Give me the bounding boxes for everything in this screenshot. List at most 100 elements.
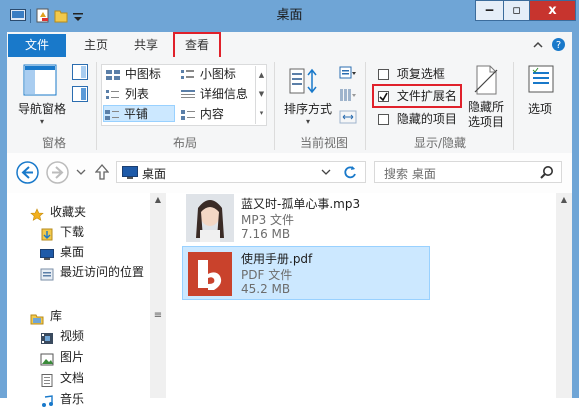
list-view-icon bbox=[105, 89, 121, 101]
address-dropdown-icon[interactable] bbox=[321, 166, 331, 178]
content-view-icon bbox=[180, 109, 196, 121]
file-extensions-checkbox[interactable] bbox=[378, 91, 389, 102]
group-separator bbox=[96, 62, 97, 150]
maximize-button[interactable]: ▫ bbox=[503, 0, 530, 21]
hide-selected-label: 隐藏所 bbox=[467, 100, 504, 114]
nav-item-label: 视频 bbox=[60, 329, 85, 343]
layout-medium-icons[interactable]: 中图标 bbox=[105, 66, 161, 83]
nav-item-label: 图片 bbox=[60, 350, 85, 364]
layout-gallery-scroll[interactable]: ▲ ▼ ▾ bbox=[255, 66, 267, 124]
nav-item-label: 桌面 bbox=[60, 245, 85, 259]
nav-item-music[interactable]: 音乐 bbox=[40, 389, 84, 409]
layout-content[interactable]: 内容 bbox=[180, 106, 224, 123]
panes-group-label: 窗格 bbox=[41, 136, 66, 150]
scroll-grip-icon[interactable]: ≡ bbox=[152, 310, 164, 324]
recent-locations-icon[interactable] bbox=[76, 166, 86, 176]
item-checkboxes-checkbox[interactable] bbox=[378, 69, 389, 80]
refresh-icon[interactable] bbox=[342, 164, 358, 180]
minimize-button[interactable]: ‒ bbox=[475, 0, 504, 21]
options-icon[interactable] bbox=[526, 64, 556, 94]
sort-by-button[interactable]: 排序方式 ▾ bbox=[281, 100, 335, 126]
layout-small-icons[interactable]: 小图标 bbox=[180, 66, 236, 83]
details-pane-icon[interactable] bbox=[72, 86, 88, 102]
layout-item-label: 平铺 bbox=[123, 107, 148, 121]
scroll-up-icon[interactable]: ▲ bbox=[556, 195, 572, 207]
layout-details[interactable]: 详细信息 bbox=[180, 86, 248, 103]
content-scrollbar[interactable] bbox=[556, 193, 572, 398]
explorer-app-icon[interactable] bbox=[10, 8, 26, 22]
maximize-icon: ▫ bbox=[512, 3, 521, 18]
nav-pane-scrollbar[interactable] bbox=[150, 193, 166, 398]
size-columns-icon[interactable] bbox=[339, 110, 357, 124]
star-icon bbox=[30, 207, 44, 221]
video-icon bbox=[40, 331, 54, 344]
sort-by-dropdown-icon: ▾ bbox=[305, 117, 310, 126]
layout-list[interactable]: 列表 bbox=[105, 86, 149, 103]
hide-selected-button[interactable]: 隐藏所 选项目 bbox=[464, 100, 508, 130]
add-columns-icon[interactable] bbox=[339, 88, 357, 102]
hide-selected-icon[interactable] bbox=[472, 64, 500, 96]
sort-by-icon[interactable] bbox=[288, 67, 324, 95]
layout-item-label: 中图标 bbox=[124, 67, 161, 81]
nav-item-desktop[interactable]: 桌面 bbox=[40, 242, 84, 262]
tiles-view-icon bbox=[104, 109, 120, 121]
minimize-ribbon-icon[interactable] bbox=[531, 38, 545, 52]
tab-file[interactable]: 文件 bbox=[8, 34, 66, 57]
layout-item-label: 内容 bbox=[199, 107, 224, 121]
file-name: 使用手册.pdf bbox=[241, 252, 313, 266]
hidden-items-checkbox[interactable] bbox=[378, 114, 389, 125]
details-view-icon bbox=[180, 89, 196, 101]
navigation-pane bbox=[7, 193, 168, 398]
layout-tiles[interactable]: 平铺 bbox=[103, 105, 175, 122]
checkmark-icon bbox=[379, 92, 388, 101]
search-icon[interactable] bbox=[540, 165, 554, 179]
file-type: MP3 文件 bbox=[241, 213, 295, 227]
music-icon bbox=[40, 394, 54, 407]
library-icon bbox=[30, 311, 44, 324]
nav-favorites[interactable]: 收藏夹 bbox=[30, 202, 86, 222]
current-view-group-label: 当前视图 bbox=[299, 136, 348, 150]
show-hide-group-label: 显示/隐藏 bbox=[413, 136, 467, 150]
nav-item-documents[interactable]: 文档 bbox=[40, 368, 84, 388]
back-button[interactable] bbox=[16, 161, 39, 184]
nav-item-recent-places[interactable]: 最近访问的位置 bbox=[40, 262, 144, 282]
forward-arrow-icon bbox=[46, 161, 69, 184]
small-icons-icon bbox=[180, 69, 196, 81]
layout-item-label: 小图标 bbox=[199, 67, 236, 81]
hidden-items-label: 隐藏的项目 bbox=[396, 112, 457, 126]
scroll-down-icon: ▼ bbox=[258, 90, 265, 98]
item-checkboxes-label: 项复选框 bbox=[396, 67, 445, 81]
group-by-icon[interactable] bbox=[339, 66, 357, 80]
navigation-pane-button[interactable]: 导航窗格 ▾ bbox=[14, 100, 70, 126]
properties-icon[interactable] bbox=[36, 8, 50, 23]
options-button[interactable]: 选项 bbox=[518, 100, 562, 117]
file-type: PDF 文件 bbox=[241, 268, 293, 282]
preview-pane-icon[interactable] bbox=[72, 64, 88, 80]
nav-item-pictures[interactable]: 图片 bbox=[40, 347, 84, 367]
tab-home[interactable]: 主页 bbox=[76, 34, 116, 57]
nav-libraries[interactable]: 库 bbox=[30, 306, 62, 326]
search-placeholder: 搜索 桌面 bbox=[384, 167, 436, 181]
options-label: 选项 bbox=[527, 102, 552, 116]
tab-view[interactable]: 查看 bbox=[173, 32, 221, 58]
tab-share[interactable]: 共享 bbox=[124, 34, 168, 57]
recent-places-icon bbox=[40, 267, 54, 280]
nav-item-downloads[interactable]: 下载 bbox=[40, 222, 84, 242]
new-folder-icon[interactable] bbox=[54, 8, 68, 23]
scroll-up-icon[interactable]: ▲ bbox=[150, 195, 166, 207]
navigation-pane-icon[interactable] bbox=[23, 64, 57, 98]
pictures-icon bbox=[40, 352, 54, 365]
address-path[interactable]: 桌面 bbox=[142, 165, 166, 182]
svg-text:?: ? bbox=[556, 40, 561, 51]
hidden-items-toggle[interactable]: 隐藏的项目 bbox=[378, 111, 457, 128]
customize-quick-access-icon[interactable] bbox=[72, 9, 84, 23]
up-icon[interactable] bbox=[94, 163, 110, 181]
file-extensions-toggle[interactable]: 文件扩展名 bbox=[378, 88, 457, 105]
item-checkboxes-toggle[interactable]: 项复选框 bbox=[378, 66, 445, 83]
nav-item-videos[interactable]: 视频 bbox=[40, 326, 84, 346]
file-extensions-label: 文件扩展名 bbox=[396, 89, 457, 103]
close-button[interactable]: x bbox=[529, 0, 576, 21]
help-icon[interactable]: ? bbox=[551, 37, 566, 52]
forward-button[interactable] bbox=[46, 161, 69, 184]
toolbar-divider bbox=[30, 9, 31, 23]
